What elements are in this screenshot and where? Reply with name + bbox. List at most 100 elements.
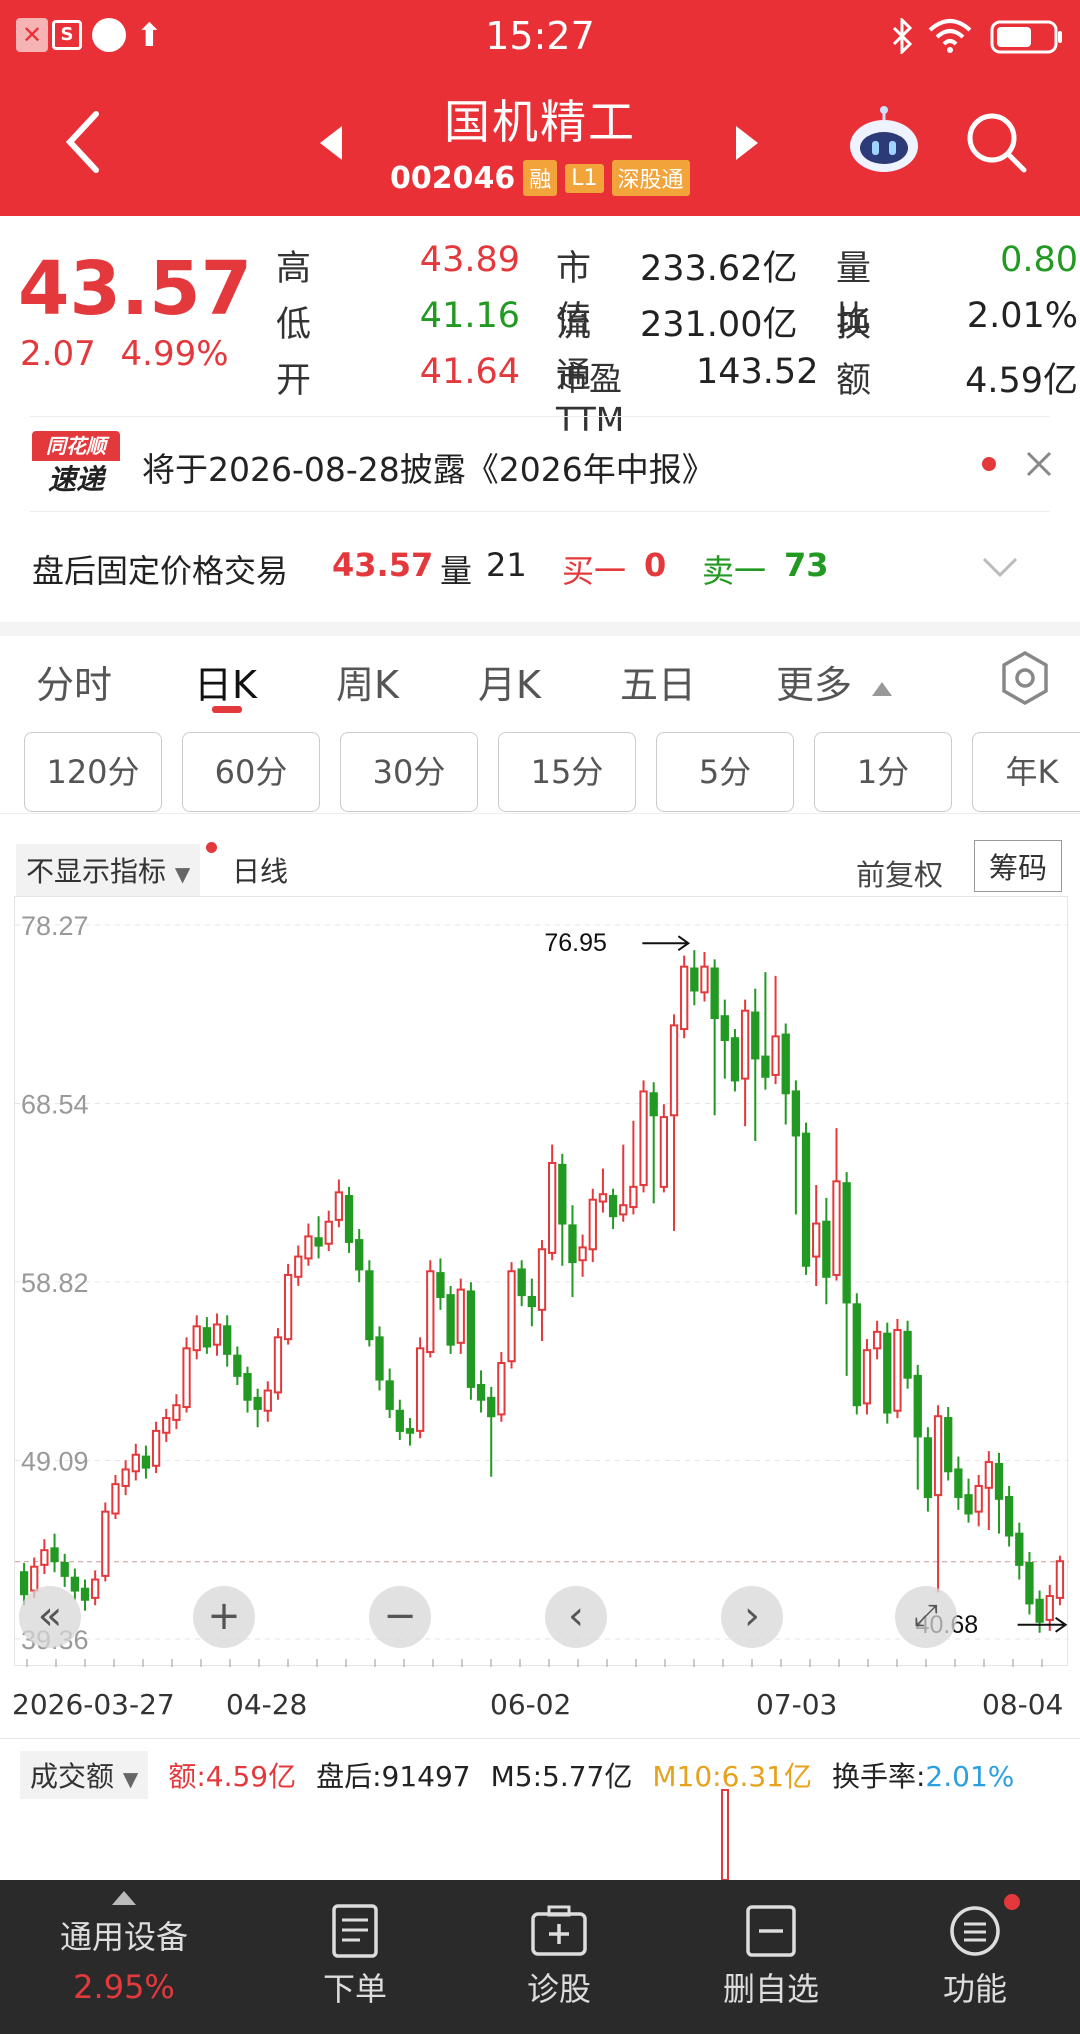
diagnose-button[interactable]: 诊股 bbox=[504, 1904, 614, 2010]
candle-body bbox=[1015, 1532, 1024, 1566]
order-button[interactable]: 下单 bbox=[300, 1904, 410, 2010]
chip-15min[interactable]: 15分 bbox=[498, 732, 636, 812]
market-cap-value: 233.62亿 bbox=[640, 249, 798, 289]
change-percent: 4.99% bbox=[120, 334, 229, 374]
candle-body bbox=[690, 967, 699, 992]
candle-body bbox=[1025, 1562, 1034, 1605]
candle-body bbox=[324, 1220, 333, 1245]
indicator-dot bbox=[206, 842, 217, 853]
settings-icon[interactable] bbox=[1000, 650, 1050, 706]
candle-body bbox=[294, 1255, 303, 1278]
candle-body bbox=[740, 1009, 750, 1080]
scroll-left-button[interactable]: ‹ bbox=[545, 1586, 607, 1648]
candle-body bbox=[527, 1295, 536, 1308]
level-tag: L1 bbox=[565, 163, 604, 193]
volume-selector[interactable]: 成交额 ▼ bbox=[20, 1751, 149, 1799]
scroll-right-button[interactable]: › bbox=[721, 1586, 783, 1648]
volume-turnover-label: 换手率: bbox=[831, 1760, 926, 1793]
x-tick-2: 06-02 bbox=[490, 1688, 572, 1721]
volume-amount-value: 4.59亿 bbox=[205, 1760, 297, 1793]
robot-assistant-icon[interactable] bbox=[846, 106, 922, 176]
tab-more[interactable]: 更多 bbox=[776, 654, 894, 709]
candle-body bbox=[588, 1198, 597, 1251]
after-hours-row[interactable]: 盘后固定价格交易 43.57 量 21 买一 0 卖一 73 bbox=[30, 512, 1050, 622]
candle-body bbox=[212, 1323, 222, 1346]
chip-60min[interactable]: 60分 bbox=[182, 732, 320, 812]
candle-body bbox=[710, 967, 719, 1020]
candle-body bbox=[659, 1116, 669, 1188]
candle-body bbox=[649, 1092, 658, 1117]
close-icon[interactable] bbox=[1024, 449, 1054, 479]
sector-button[interactable]: 通用设备 2.95% bbox=[44, 1890, 204, 2006]
margin-tag: 融 bbox=[523, 160, 558, 196]
volume-after: 盘后:91497 bbox=[316, 1755, 471, 1795]
volume-m10-value: 6.31亿 bbox=[721, 1760, 812, 1793]
functions-button[interactable]: 功能 bbox=[920, 1904, 1030, 2010]
change-value: 2.07 bbox=[20, 334, 96, 374]
zoom-out-button[interactable]: − bbox=[369, 1586, 431, 1648]
adjust-button[interactable]: 前复权 bbox=[856, 852, 943, 894]
tab-monthly-k[interactable]: 月K bbox=[478, 654, 541, 709]
chip-distribution-button[interactable]: 筹码 bbox=[974, 840, 1063, 892]
candle-body bbox=[619, 1204, 628, 1216]
tab-five-day[interactable]: 五日 bbox=[620, 654, 696, 709]
zoom-in-button[interactable]: + bbox=[193, 1586, 255, 1648]
search-icon[interactable] bbox=[964, 110, 1028, 174]
news-notice[interactable]: 同花顺 速递 将于2026-08-28披露《2026年中报》 bbox=[30, 416, 1052, 512]
chip-120min[interactable]: 120分 bbox=[24, 732, 162, 812]
candle-body bbox=[121, 1468, 130, 1487]
candle-body bbox=[822, 1220, 831, 1278]
volume-turnover: 换手率:2.01% bbox=[832, 1755, 1014, 1795]
fullscreen-button[interactable]: ⤢ bbox=[895, 1586, 957, 1648]
candle-body bbox=[223, 1325, 232, 1355]
candle-body bbox=[852, 1303, 861, 1407]
tab-more-label: 更多 bbox=[776, 663, 853, 707]
candle-body bbox=[883, 1332, 892, 1414]
candle-body bbox=[101, 1510, 110, 1577]
chip-30min[interactable]: 30分 bbox=[340, 732, 478, 812]
tab-weekly-k[interactable]: 周K bbox=[336, 654, 399, 709]
chip-yearly-k[interactable]: 年K bbox=[972, 732, 1080, 812]
candle-body bbox=[182, 1347, 191, 1409]
tab-intraday[interactable]: 分时 bbox=[36, 654, 112, 709]
remove-watchlist-button[interactable]: 删自选 bbox=[706, 1904, 836, 2010]
candle-body bbox=[365, 1270, 374, 1341]
kline-chart-svg: 78.2768.5458.8249.0939.3676.9540.68 bbox=[15, 911, 1069, 1667]
candle-body bbox=[568, 1224, 577, 1264]
chip-1min[interactable]: 1分 bbox=[814, 732, 952, 812]
candle-body bbox=[994, 1462, 1004, 1500]
y-tick-label: 49.09 bbox=[21, 1446, 89, 1476]
x-tick-1: 04-28 bbox=[226, 1688, 308, 1721]
chip-5min[interactable]: 5分 bbox=[656, 732, 794, 812]
next-stock-icon[interactable] bbox=[734, 124, 760, 162]
candle-body bbox=[487, 1396, 496, 1418]
candle-body bbox=[273, 1336, 283, 1394]
volume-panel: 成交额 ▼ 额:4.59亿 盘后:91497 M5:5.77亿 M10:6.31… bbox=[0, 1738, 1080, 1881]
sector-pct: 2.95% bbox=[73, 1968, 175, 2006]
candle-body bbox=[334, 1191, 344, 1221]
indicator-dropdown[interactable]: 不显示指标 ▼ bbox=[16, 844, 201, 896]
active-tab-indicator bbox=[212, 706, 242, 713]
candle-body bbox=[111, 1483, 120, 1515]
candle-body bbox=[1045, 1595, 1054, 1621]
kline-chart[interactable]: 78.2768.5458.8249.0939.3676.9540.68 « + … bbox=[14, 896, 1069, 1667]
candle-body bbox=[344, 1195, 354, 1243]
battery-icon bbox=[990, 20, 1062, 54]
float-cap-value: 231.00亿 bbox=[640, 305, 798, 345]
candle-body bbox=[436, 1272, 445, 1298]
candle-body bbox=[751, 1011, 760, 1060]
candle-body bbox=[446, 1294, 455, 1346]
unread-dot bbox=[982, 457, 996, 471]
caret-up-icon bbox=[872, 682, 893, 696]
stock-code: 002046 bbox=[390, 160, 516, 196]
volume-amount: 额:4.59亿 bbox=[168, 1755, 296, 1795]
candle-body bbox=[903, 1330, 912, 1379]
candle-body bbox=[19, 1571, 29, 1596]
tab-daily-k[interactable]: 日K bbox=[194, 654, 257, 709]
after-hours-vol: 21 bbox=[486, 546, 527, 584]
scroll-left-fast-button[interactable]: « bbox=[19, 1586, 81, 1648]
volume-after-label: 盘后: bbox=[316, 1760, 382, 1793]
chevron-down-icon[interactable] bbox=[982, 556, 1018, 578]
badge-top: 同花顺 bbox=[32, 431, 120, 461]
bluetooth-icon bbox=[892, 18, 913, 54]
